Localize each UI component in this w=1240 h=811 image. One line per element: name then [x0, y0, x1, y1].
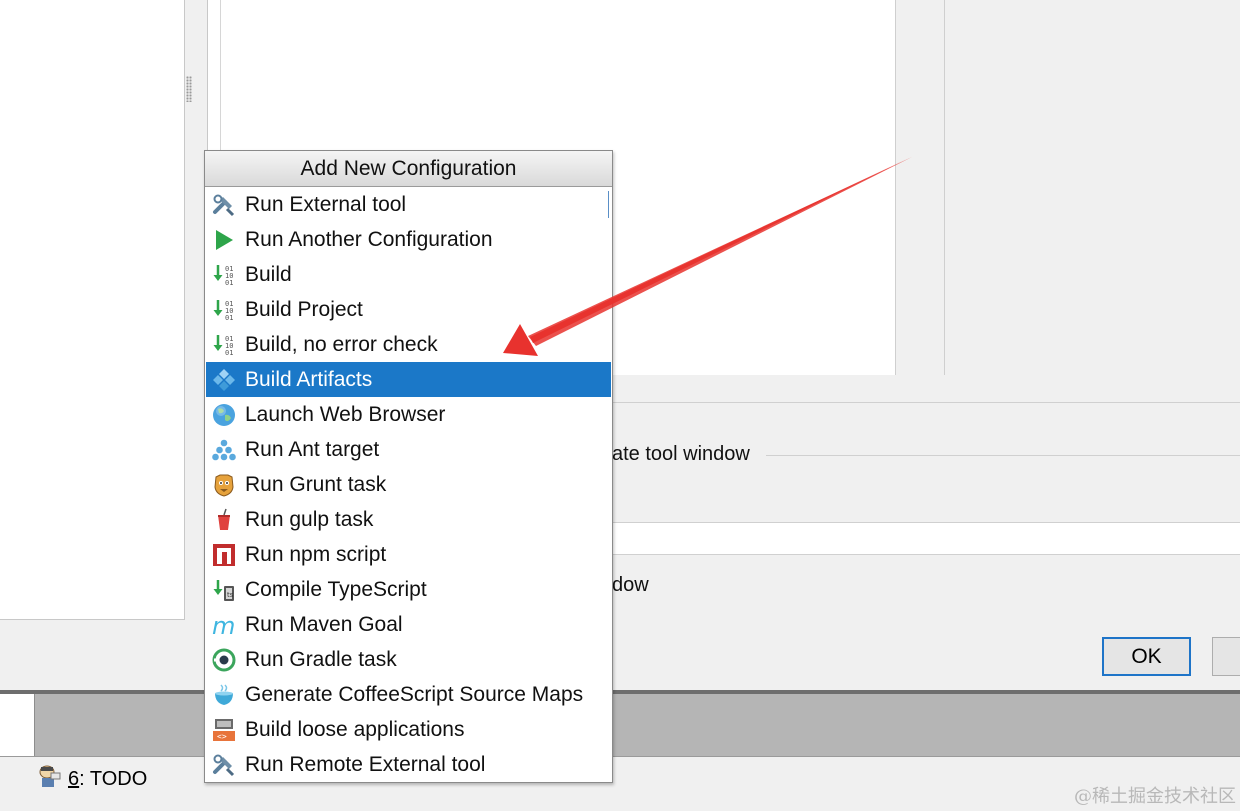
- configuration-type-list[interactable]: Run External tool Run Another Configurat…: [206, 187, 611, 782]
- grunt-icon: [211, 472, 237, 498]
- menu-item-label: Run Grunt task: [245, 472, 387, 496]
- focus-indicator: [608, 191, 609, 218]
- menu-item-label: Build, no error check: [245, 332, 438, 356]
- menu-item-run-grunt-task[interactable]: Run Grunt task: [206, 467, 611, 502]
- splitter-grip[interactable]: [186, 76, 192, 102]
- menu-item-label: Run External tool: [245, 192, 407, 216]
- menu-item-build-loose-applications[interactable]: <> Build loose applications: [206, 712, 611, 747]
- build-icon: 01 10 01: [211, 262, 237, 288]
- menu-item-label: Run Ant target: [245, 437, 380, 461]
- todo-tab-label: : TODO: [79, 767, 148, 790]
- ok-button[interactable]: OK: [1102, 637, 1191, 676]
- todo-tab-number: 6: [68, 767, 80, 790]
- window-option-label: dow: [612, 574, 649, 596]
- menu-item-label: Compile TypeScript: [245, 577, 427, 601]
- list-toolbar-strip: [895, 0, 945, 375]
- editor-gutter: [0, 694, 34, 756]
- text-field[interactable]: [612, 522, 1240, 555]
- globe-icon: [211, 402, 237, 428]
- typescript-compile-icon: ts: [211, 577, 237, 603]
- cancel-button[interactable]: [1212, 637, 1240, 676]
- menu-item-label: Generate CoffeeScript Source Maps: [245, 682, 584, 706]
- coffeescript-icon: [211, 682, 237, 708]
- menu-item-build-artifacts[interactable]: Build Artifacts: [206, 362, 611, 397]
- menu-item-run-ant-target[interactable]: Run Ant target: [206, 432, 611, 467]
- todo-tool-tab[interactable]: 6: TODO: [36, 763, 148, 795]
- menu-item-run-remote-external-tool[interactable]: Run Remote External tool: [206, 747, 611, 782]
- npm-icon: [211, 542, 237, 568]
- menu-item-run-gulp-task[interactable]: Run gulp task: [206, 502, 611, 537]
- build-icon: 01 10 01: [211, 297, 237, 323]
- menu-item-label: Launch Web Browser: [245, 402, 446, 426]
- menu-item-label: Run Another Configuration: [245, 227, 493, 251]
- popup-title: Add New Configuration: [205, 151, 612, 187]
- tool-window-bar: [0, 757, 1240, 811]
- svg-text:01: 01: [225, 279, 233, 287]
- menu-item-label: Run npm script: [245, 542, 387, 566]
- build-icon: 01 10 01: [211, 332, 237, 358]
- todo-icon: [36, 763, 62, 795]
- menu-item-generate-coffeescript-source-maps[interactable]: Generate CoffeeScript Source Maps: [206, 677, 611, 712]
- run-play-icon: [211, 227, 237, 253]
- menu-item-label: Build loose applications: [245, 717, 465, 741]
- svg-text:<>: <>: [217, 732, 227, 741]
- menu-item-run-maven-goal[interactable]: m Run Maven Goal: [206, 607, 611, 642]
- svg-text:m: m: [212, 613, 235, 637]
- menu-item-build-project[interactable]: 01 10 01 Build Project: [206, 292, 611, 327]
- menu-item-run-external-tool[interactable]: Run External tool: [206, 187, 611, 222]
- gradle-icon: [211, 647, 237, 673]
- menu-item-build-no-error-check[interactable]: 01 10 01 Build, no error check: [206, 327, 611, 362]
- remote-tool-icon: [211, 752, 237, 778]
- add-new-configuration-popup[interactable]: Add New Configuration Run External tool …: [204, 150, 613, 783]
- menu-item-label: Run Remote External tool: [245, 752, 486, 776]
- menu-item-label: Run gulp task: [245, 507, 374, 531]
- separator: [766, 455, 1240, 456]
- menu-item-label: Build: [245, 262, 292, 286]
- separator: [610, 402, 1240, 403]
- watermark: @稀土掘金技术社区: [1074, 786, 1236, 807]
- maven-icon: m: [211, 612, 237, 638]
- svg-text:01: 01: [225, 349, 233, 357]
- ant-icon: [211, 437, 237, 463]
- menu-item-label: Build Artifacts: [245, 367, 373, 391]
- menu-item-run-npm-script[interactable]: Run npm script: [206, 537, 611, 572]
- activate-tool-window-label: ate tool window: [612, 443, 750, 465]
- menu-item-build[interactable]: 01 10 01 Build: [206, 257, 611, 292]
- svg-text:ts: ts: [227, 591, 234, 599]
- artifacts-icon: [211, 367, 237, 393]
- loose-app-icon: <>: [211, 717, 237, 743]
- menu-item-run-another-configuration[interactable]: Run Another Configuration: [206, 222, 611, 257]
- svg-text:01: 01: [225, 314, 233, 322]
- configurations-tree-pane[interactable]: [0, 0, 185, 620]
- gulp-icon: [211, 507, 237, 533]
- external-tool-icon: [211, 192, 237, 218]
- menu-item-run-gradle-task[interactable]: Run Gradle task: [206, 642, 611, 677]
- menu-item-label: Run Gradle task: [245, 647, 397, 671]
- menu-item-label: Run Maven Goal: [245, 612, 403, 636]
- menu-item-launch-web-browser[interactable]: Launch Web Browser: [206, 397, 611, 432]
- menu-item-compile-typescript[interactable]: ts Compile TypeScript: [206, 572, 611, 607]
- menu-item-label: Build Project: [245, 297, 363, 321]
